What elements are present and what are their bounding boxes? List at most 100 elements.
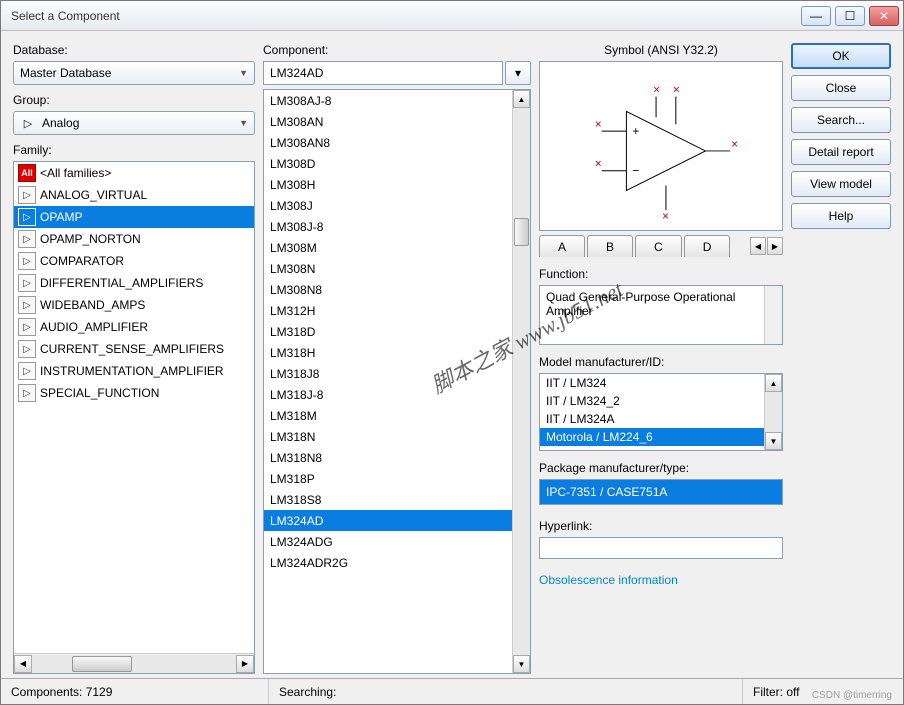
family-item[interactable]: ▷ANALOG_VIRTUAL [14,184,254,206]
component-item[interactable]: LM318J8 [264,363,512,384]
tab-a[interactable]: A [539,235,585,257]
component-vscroll[interactable]: ▲ ▼ [512,90,530,673]
tab-c[interactable]: C [635,235,682,257]
component-item[interactable]: LM308AN8 [264,132,512,153]
family-item[interactable]: ▷ DIFFERENTIAL_AMPLIFIERS [14,272,254,294]
function-label: Function: [539,267,783,281]
component-item[interactable]: LM318S8 [264,489,512,510]
search-button[interactable]: Search... [791,107,891,133]
family-item[interactable]: ▷OPAMP_NORTON [14,228,254,250]
family-item[interactable]: ▷AUDIO_AMPLIFIER [14,316,254,338]
model-item[interactable]: IIT / LM324 [540,374,764,392]
symbol-preview: + − × × × × × × [539,61,783,231]
component-search-input[interactable] [263,61,503,85]
family-item[interactable]: ▷WIDEBAND_AMPS [14,294,254,316]
component-item[interactable]: LM308N [264,258,512,279]
scroll-up-icon[interactable]: ▲ [765,374,782,392]
component-item[interactable]: LM324AD [264,510,512,531]
svg-text:×: × [662,209,669,223]
model-vscroll[interactable]: ▲ ▼ [764,374,782,450]
analog-icon: ▷ [20,115,36,131]
function-vscroll[interactable] [764,286,782,344]
family-item-label: DIFFERENTIAL_AMPLIFIERS [40,276,203,290]
help-button[interactable]: Help [791,203,891,229]
statusbar: Components: 7129 Searching: Filter: off [1,678,903,704]
preview-column: Symbol (ANSI Y32.2) + − × × × [539,41,783,674]
tab-next-icon[interactable]: ▶ [767,237,783,255]
obsolescence-link[interactable]: Obsolescence information [539,573,783,587]
family-item-label: SPECIAL_FUNCTION [40,386,159,400]
family-item[interactable]: ▷OPAMP [14,206,254,228]
scroll-thumb[interactable] [514,218,529,246]
component-item[interactable]: LM308AN [264,111,512,132]
minimize-button[interactable]: — [801,6,831,26]
family-hscroll[interactable]: ◀ ▶ [14,653,254,673]
chevron-down-icon: ▼ [239,118,248,128]
component-item[interactable]: LM308M [264,237,512,258]
tab-prev-icon[interactable]: ◀ [750,237,766,255]
component-item[interactable]: LM308N8 [264,279,512,300]
component-item[interactable]: LM324ADR2G [264,552,512,573]
component-item[interactable]: LM308J [264,195,512,216]
family-item[interactable]: ▷INSTRUMENTATION_AMPLIFIER [14,360,254,382]
scroll-up-icon[interactable]: ▲ [513,90,530,108]
scroll-down-icon[interactable]: ▼ [513,655,530,673]
component-item[interactable]: LM308AJ-8 [264,90,512,111]
package-box[interactable]: IPC-7351 / CASE751A [539,479,783,505]
tab-d[interactable]: D [684,235,731,257]
ok-button[interactable]: OK [791,43,891,69]
middle-column: Component: ▾ LM308AJ-8LM308ANLM308AN8LM3… [263,41,531,674]
hyperlink-field[interactable] [539,537,783,559]
tab-b[interactable]: B [587,235,633,257]
svg-text:+: + [632,124,639,138]
component-item[interactable]: LM312H [264,300,512,321]
maximize-button[interactable]: ☐ [835,6,865,26]
scroll-right-icon[interactable]: ▶ [236,655,254,673]
family-item[interactable]: ▷COMPARATOR [14,250,254,272]
model-item[interactable]: Motorola / LM224_6 [540,428,764,446]
database-dropdown[interactable]: Master Database ▼ [13,61,255,85]
component-item[interactable]: LM318M [264,405,512,426]
model-item[interactable]: IIT / LM324A [540,410,764,428]
component-item[interactable]: LM318J-8 [264,384,512,405]
component-item[interactable]: LM308D [264,153,512,174]
action-buttons: OK Close Search... Detail report View mo… [791,41,891,674]
detail-report-button[interactable]: Detail report [791,139,891,165]
model-label: Model manufacturer/ID: [539,355,783,369]
group-label: Group: [13,93,255,107]
component-listbox[interactable]: LM308AJ-8LM308ANLM308AN8LM308DLM308HLM30… [263,89,531,674]
scroll-down-icon[interactable]: ▼ [765,432,782,450]
model-item[interactable]: IIT / LM324_2 [540,392,764,410]
funnel-icon: ▾ [515,66,521,80]
component-item[interactable]: LM318N [264,426,512,447]
component-item[interactable]: LM308J-8 [264,216,512,237]
family-item-label: OPAMP_NORTON [40,232,141,246]
component-item[interactable]: LM318D [264,321,512,342]
family-listbox[interactable]: All<All families>▷ANALOG_VIRTUAL▷OPAMP▷O… [13,161,255,674]
family-item[interactable]: ▷SPECIAL_FUNCTION [14,382,254,404]
component-item[interactable]: LM318H [264,342,512,363]
component-item[interactable]: LM308H [264,174,512,195]
dialog-window: Select a Component — ☐ ✕ Database: Maste… [0,0,904,705]
status-searching: Searching: [269,679,743,704]
scroll-left-icon[interactable]: ◀ [14,655,32,673]
family-item[interactable]: ▷CURRENT_SENSE_AMPLIFIERS [14,338,254,360]
minimize-icon: — [810,9,822,23]
view-model-button[interactable]: View model [791,171,891,197]
svg-text:−: − [632,164,639,178]
family-item[interactable]: All<All families> [14,162,254,184]
group-dropdown[interactable]: ▷ Analog ▼ [13,111,255,135]
component-item[interactable]: LM324ADG [264,531,512,552]
component-item[interactable]: LM318N8 [264,447,512,468]
family-icon: ▷ [18,252,36,270]
filter-button[interactable]: ▾ [505,61,531,85]
close-button[interactable]: ✕ [869,6,899,26]
component-item[interactable]: LM318P [264,468,512,489]
opamp-symbol-icon: + − × × × × × × [540,62,782,230]
svg-text:×: × [653,83,660,97]
family-icon: ▷ [18,274,36,292]
family-icon: ▷ [18,340,36,358]
model-listbox[interactable]: IIT / LM324IIT / LM324_2IIT / LM324AMoto… [539,373,783,451]
close-dialog-button[interactable]: Close [791,75,891,101]
scroll-thumb[interactable] [72,656,132,672]
